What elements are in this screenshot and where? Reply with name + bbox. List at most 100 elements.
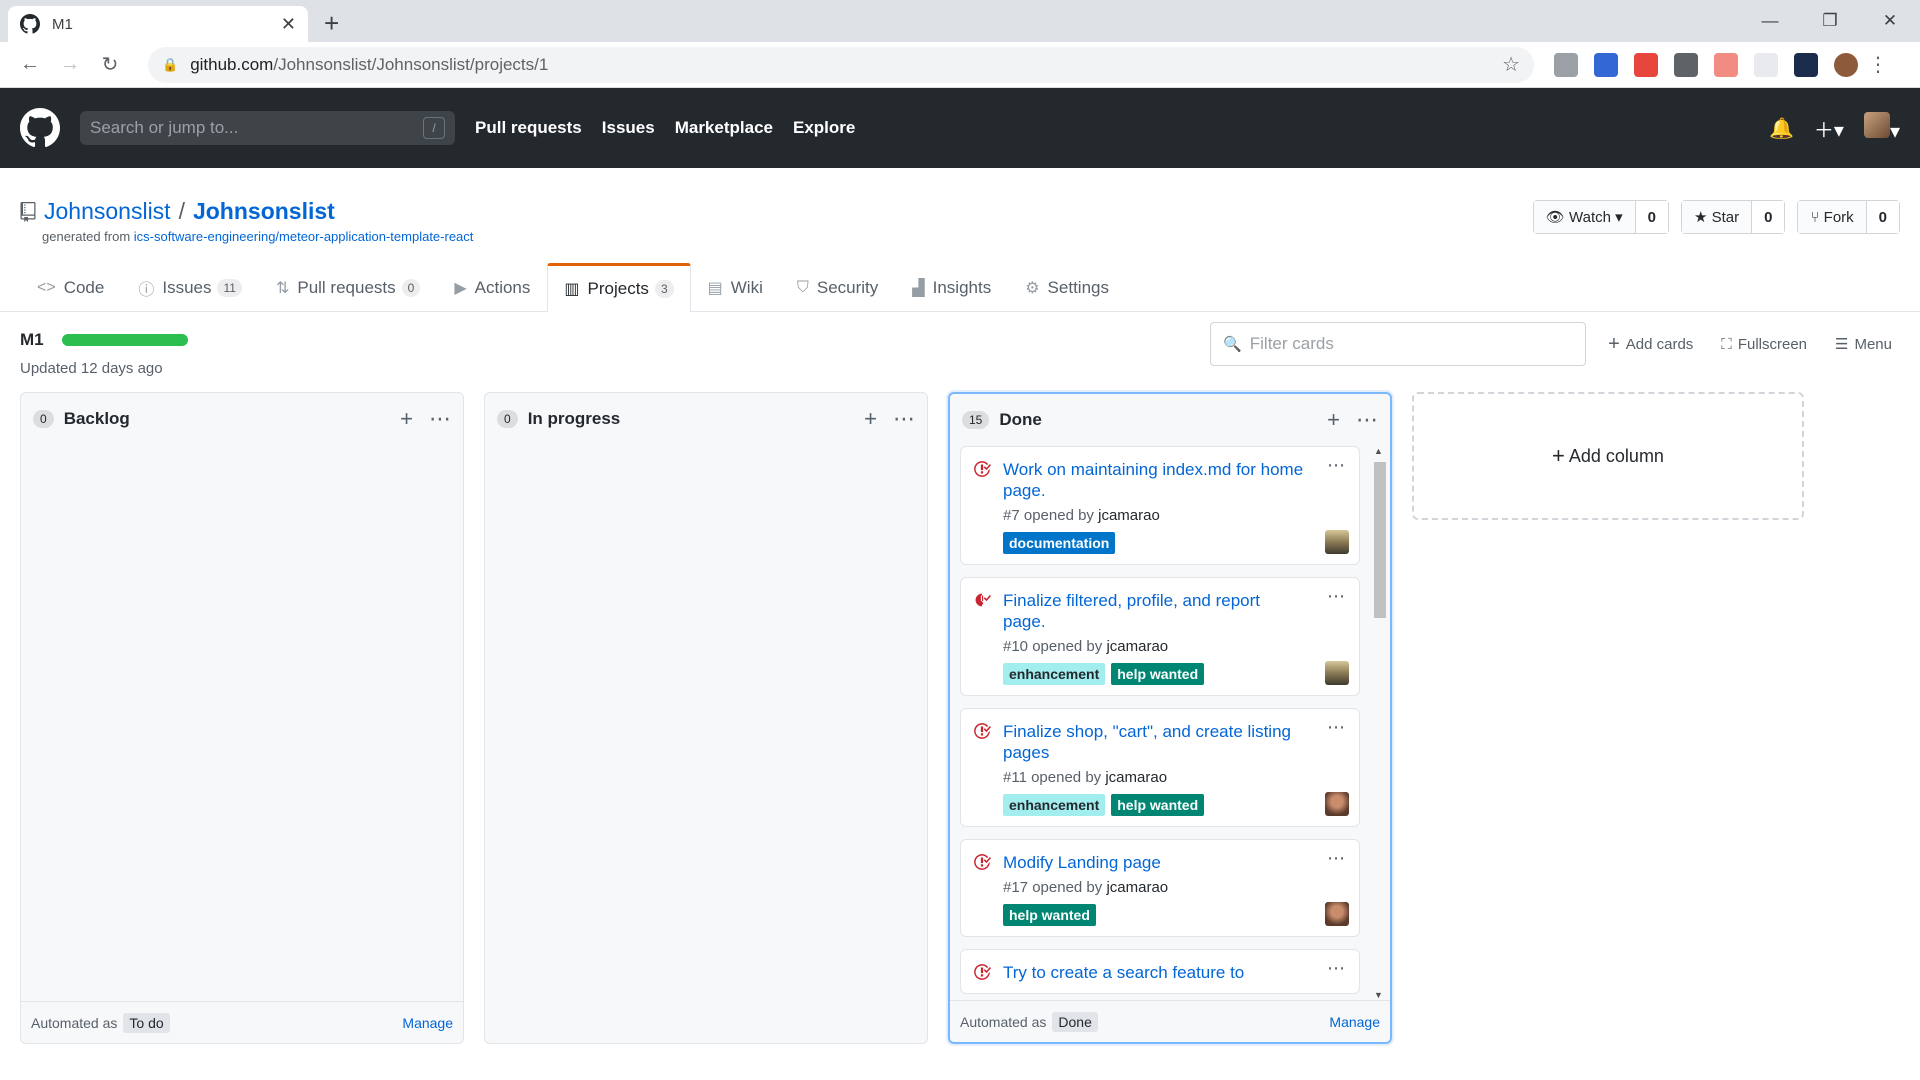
tab-actions[interactable]: ▶ Actions xyxy=(437,263,547,312)
card-author[interactable]: jcamarao xyxy=(1105,769,1167,786)
filter-cards-input[interactable] xyxy=(1249,334,1574,354)
card-title[interactable]: Finalize shop, "cart", and create listin… xyxy=(1003,721,1307,763)
add-column-button[interactable]: + Add column xyxy=(1412,392,1804,520)
close-tab-icon[interactable]: ✕ xyxy=(281,14,296,35)
manage-automation-link[interactable]: Manage xyxy=(1329,1014,1380,1030)
card-menu-icon[interactable]: ⋯ xyxy=(1327,717,1345,738)
star-count[interactable]: 0 xyxy=(1751,201,1785,233)
repo-name-link[interactable]: Johnsonslist xyxy=(193,198,335,225)
tab-wiki[interactable]: ▤ Wiki xyxy=(691,263,780,312)
assignee-avatar[interactable] xyxy=(1325,792,1349,816)
create-new-plus-icon[interactable]: ＋▾ xyxy=(1814,114,1844,143)
nav-pull-requests[interactable]: Pull requests xyxy=(475,118,582,138)
label-enhancement[interactable]: enhancement xyxy=(1003,794,1106,816)
add-card-plus-icon[interactable]: + xyxy=(400,406,413,432)
card-menu-icon[interactable]: ⋯ xyxy=(1327,455,1345,476)
label-enhancement[interactable]: enhancement xyxy=(1003,663,1106,685)
card-title[interactable]: Work on maintaining index.md for home pa… xyxy=(1003,459,1307,501)
global-search[interactable]: / xyxy=(80,111,455,145)
back-icon[interactable]: ← xyxy=(12,47,48,83)
search-input[interactable] xyxy=(90,118,423,138)
new-tab-icon[interactable]: + xyxy=(324,8,339,39)
card-author[interactable]: jcamarao xyxy=(1098,507,1160,524)
nav-marketplace[interactable]: Marketplace xyxy=(675,118,773,138)
tab-settings[interactable]: ⚙ Settings xyxy=(1008,263,1126,312)
extension-icon[interactable] xyxy=(1594,52,1618,77)
fork-count[interactable]: 0 xyxy=(1865,201,1899,233)
label-help-wanted[interactable]: help wanted xyxy=(1111,794,1205,816)
bookmark-star-icon[interactable]: ☆ xyxy=(1502,52,1520,77)
manage-automation-link[interactable]: Manage xyxy=(402,1015,453,1031)
url-text[interactable]: github.com/Johnsonslist/Johnsonslist/pro… xyxy=(190,55,1502,75)
column-menu-icon[interactable]: ⋯ xyxy=(1356,407,1378,433)
tab-projects[interactable]: ▥ Projects 3 xyxy=(547,263,691,312)
template-repo-link[interactable]: ics-software-engineering/meteor-applicat… xyxy=(134,229,474,244)
watch-button[interactable]: 👁 Watch ▾ xyxy=(1533,201,1635,233)
done-card-list[interactable]: ⋯ Work on maintaining index.md for home … xyxy=(950,446,1390,1000)
card-menu-icon[interactable]: ⋯ xyxy=(1327,958,1345,979)
extension-icon[interactable] xyxy=(1754,52,1778,77)
tab-insights[interactable]: ▟ Insights xyxy=(895,263,1008,312)
window-close-icon[interactable]: ✕ xyxy=(1860,0,1920,42)
filter-cards-field[interactable]: 🔍 xyxy=(1210,322,1587,366)
issue-closed-icon xyxy=(974,723,991,739)
card-menu-icon[interactable]: ⋯ xyxy=(1327,586,1345,607)
browser-menu-icon[interactable]: ⋮ xyxy=(1868,52,1888,77)
tab-security[interactable]: ⛉ Security xyxy=(780,263,895,312)
scroll-down-arrow-icon[interactable]: ▼ xyxy=(1374,990,1383,1000)
issue-card[interactable]: ⋯ Modify Landing page #17 opened by jcam… xyxy=(960,839,1360,937)
issue-card[interactable]: ⋯ Try to create a search feature to xyxy=(960,949,1360,994)
card-title[interactable]: Try to create a search feature to xyxy=(1003,962,1307,983)
card-menu-icon[interactable]: ⋯ xyxy=(1327,848,1345,869)
add-cards-button[interactable]: + Add cards xyxy=(1608,333,1693,356)
tab-code[interactable]: <> Code xyxy=(20,263,121,312)
extension-icon[interactable] xyxy=(1634,52,1658,77)
column-scrollbar[interactable]: ▲ ▼ xyxy=(1372,446,1388,1000)
nav-issues[interactable]: Issues xyxy=(602,118,655,138)
notifications-bell-icon[interactable]: 🔔 xyxy=(1769,116,1794,141)
lock-icon[interactable]: 🔒 xyxy=(162,57,178,73)
reload-icon[interactable]: ↻ xyxy=(92,47,128,83)
card-author[interactable]: jcamarao xyxy=(1106,879,1168,896)
extension-icon[interactable] xyxy=(1794,52,1818,77)
fork-button[interactable]: ⑂ Fork xyxy=(1798,201,1866,233)
label-help-wanted[interactable]: help wanted xyxy=(1003,904,1096,926)
column-menu-icon[interactable]: ⋯ xyxy=(893,406,915,432)
assignee-avatar[interactable] xyxy=(1325,530,1349,554)
issue-card[interactable]: ⋯ Finalize shop, "cart", and create list… xyxy=(960,708,1360,827)
label-help-wanted[interactable]: help wanted xyxy=(1111,663,1205,685)
github-logo-icon[interactable] xyxy=(20,108,60,148)
issue-closed-icon xyxy=(974,461,991,477)
extension-icon[interactable] xyxy=(1714,52,1738,77)
scrollbar-thumb[interactable] xyxy=(1374,462,1386,618)
restore-icon[interactable]: ❐ xyxy=(1800,0,1860,42)
project-menu-button[interactable]: ☰ Menu xyxy=(1835,335,1892,354)
issue-card[interactable]: ⋯ Work on maintaining index.md for home … xyxy=(960,446,1360,565)
assignee-avatar[interactable] xyxy=(1325,902,1349,926)
user-menu[interactable]: ▾ xyxy=(1863,112,1900,144)
card-title[interactable]: Modify Landing page xyxy=(1003,852,1307,873)
scroll-up-arrow-icon[interactable]: ▲ xyxy=(1374,446,1383,456)
repo-owner-link[interactable]: Johnsonslist xyxy=(44,198,171,225)
profile-avatar[interactable] xyxy=(1834,52,1858,77)
extension-icon[interactable] xyxy=(1554,52,1578,77)
tab-pull-requests[interactable]: ⇅ Pull requests 0 xyxy=(259,263,437,312)
label-documentation[interactable]: documentation xyxy=(1003,532,1116,554)
tab-issues[interactable]: ⓘ Issues 11 xyxy=(121,263,259,312)
extension-icon[interactable] xyxy=(1674,52,1698,77)
card-author[interactable]: jcamarao xyxy=(1106,638,1168,655)
column-menu-icon[interactable]: ⋯ xyxy=(429,406,451,432)
address-bar[interactable]: 🔒 github.com/Johnsonslist/Johnsonslist/p… xyxy=(148,46,1534,83)
assignee-avatar[interactable] xyxy=(1325,661,1349,685)
minimize-icon[interactable]: — xyxy=(1740,0,1800,42)
add-card-plus-icon[interactable]: + xyxy=(864,406,877,432)
nav-explore[interactable]: Explore xyxy=(793,118,855,138)
issue-card[interactable]: ⋯ Finalize filtered, profile, and report… xyxy=(960,577,1360,696)
star-button[interactable]: ★ Star xyxy=(1682,201,1752,233)
browser-tab[interactable]: M1 ✕ xyxy=(8,6,308,42)
forward-icon[interactable]: → xyxy=(52,47,88,83)
watch-count[interactable]: 0 xyxy=(1634,201,1668,233)
card-title[interactable]: Finalize filtered, profile, and report p… xyxy=(1003,590,1307,632)
add-card-plus-icon[interactable]: + xyxy=(1327,407,1340,433)
fullscreen-button[interactable]: ⛶ Fullscreen xyxy=(1721,336,1807,353)
